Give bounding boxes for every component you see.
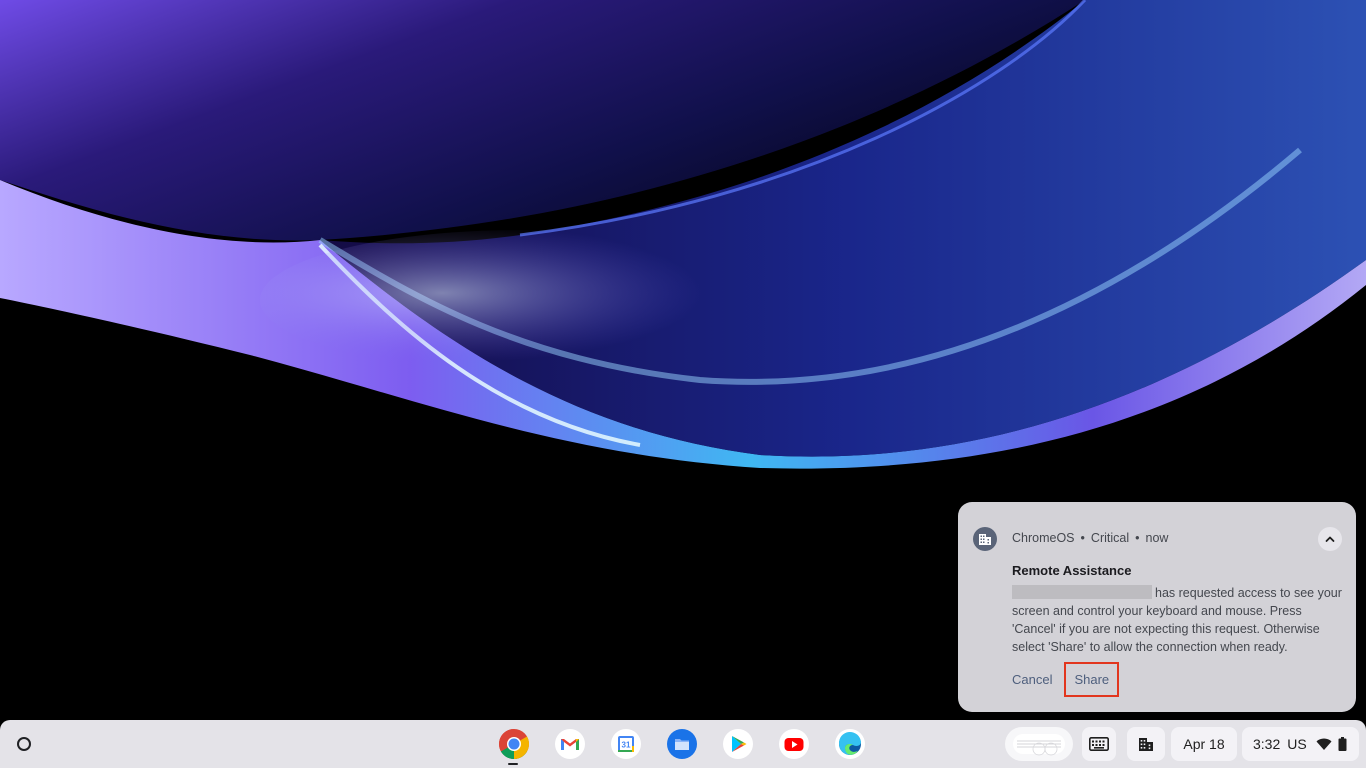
chrome-icon [498,729,530,760]
notification-actions: Cancel Share [1002,662,1120,697]
date-tray-button[interactable]: Apr 18 [1171,727,1237,761]
remote-assistance-notification: ChromeOS • Critical • now Remote Assistance … [958,502,1356,712]
header-separator: • [1135,531,1140,545]
status-area-button[interactable]: 3:32 US [1242,727,1359,761]
running-app-indicator [508,763,518,765]
shelf-app-gmail[interactable] [554,728,586,760]
calendar-badge: 31 [622,741,631,750]
wifi-icon [1316,738,1332,750]
keyboard-icon [1089,737,1109,751]
shelf-app-files[interactable] [666,728,698,760]
redacted-requester-name [1012,585,1152,599]
shelf-app-play-store[interactable] [722,728,754,760]
launcher-icon [17,737,31,751]
shelf-app-edge[interactable] [834,728,866,760]
input-method-label: US [1287,736,1307,752]
files-icon [667,729,697,759]
notification-priority: Critical [1090,531,1130,545]
notification-header: ChromeOS • Critical • now [1012,531,1168,545]
shelf-app-chrome[interactable] [498,728,530,760]
edge-icon [835,729,865,759]
desktop: ChromeOS • Critical • now Remote Assistance … [0,0,1366,768]
notification-title: Remote Assistance [1012,563,1132,578]
collapse-notification-button[interactable] [1318,527,1342,551]
date-label: Apr 18 [1183,736,1225,752]
notification-app-name: ChromeOS [1012,531,1075,545]
holding-space-preview-icon [1013,734,1065,756]
virtual-keyboard-button[interactable] [1082,727,1116,761]
youtube-icon [779,729,809,759]
clock-time: 3:32 [1253,736,1281,752]
enterprise-building-icon [1139,738,1153,751]
header-separator: • [1080,531,1085,545]
gmail-icon [555,729,585,759]
notification-timestamp: now [1145,531,1169,545]
shelf: 31 Apr 18 3:32 US [0,720,1366,768]
launcher-button[interactable] [11,731,37,757]
share-button[interactable]: Share [1064,662,1120,697]
shelf-app-calendar[interactable]: 31 [610,728,642,760]
battery-icon [1338,737,1347,751]
enterprise-building-icon [973,527,997,551]
play-store-icon [723,729,753,759]
chevron-up-icon [1325,536,1335,542]
holding-space-tray[interactable] [1005,727,1073,761]
shelf-app-youtube[interactable] [778,728,810,760]
cancel-button[interactable]: Cancel [1002,666,1062,693]
notification-body: has requested access to see your screen … [1012,584,1344,656]
calendar-icon: 31 [611,729,641,759]
enterprise-managed-button[interactable] [1127,727,1165,761]
